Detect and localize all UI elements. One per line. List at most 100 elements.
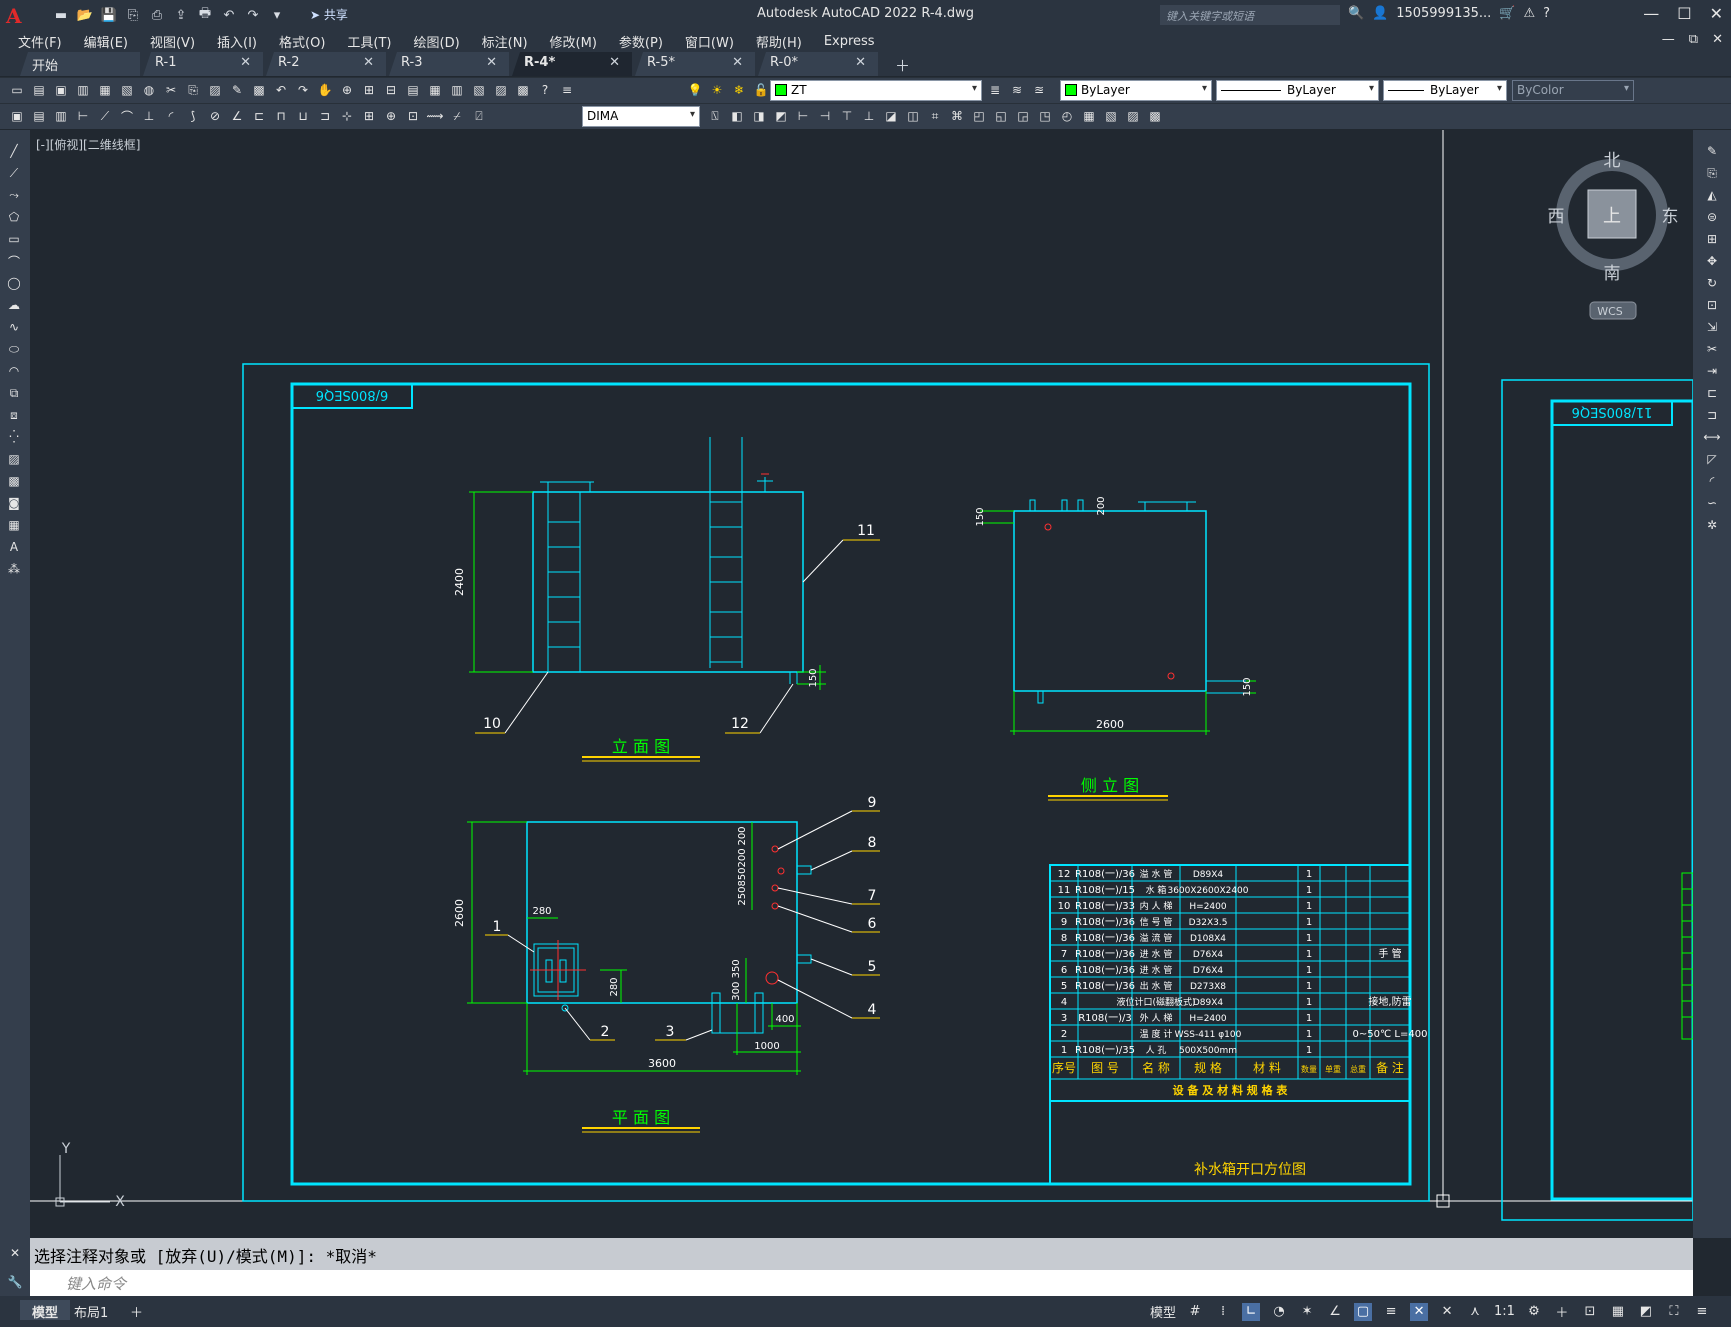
ucs-world-icon[interactable]: ⌘	[948, 107, 966, 125]
doc-close-icon[interactable]: ✕	[1712, 32, 1723, 47]
maximize-icon[interactable]: ☐	[1677, 4, 1691, 23]
scale-icon[interactable]: ⊡	[1702, 296, 1722, 314]
plot-icon[interactable]: ▥	[74, 81, 92, 99]
viewcube-top-face[interactable]: 上	[1603, 206, 1621, 227]
viewcube-north[interactable]: 北	[1604, 151, 1621, 171]
lineweight-dropdown[interactable]: ByLayer ▾	[1383, 80, 1507, 101]
zoom-previous-icon[interactable]: ⊟	[382, 81, 400, 99]
close-icon[interactable]: ✕	[1710, 4, 1723, 23]
copy-object-icon[interactable]: ⎘	[1702, 164, 1722, 182]
extend-icon[interactable]: ⇥	[1702, 362, 1722, 380]
dim-front-icon[interactable]: ⊣	[816, 107, 834, 125]
draworder-front-icon[interactable]: ◧	[728, 107, 746, 125]
help-icon[interactable]: ?	[536, 81, 554, 99]
quickcalc-icon[interactable]: ▩	[514, 81, 532, 99]
camera-icon[interactable]: ◱	[992, 107, 1010, 125]
radius-dim-icon[interactable]: ◜	[162, 107, 180, 125]
customization-icon[interactable]: ≡	[1693, 1303, 1711, 1321]
isolate-icon[interactable]: ◪	[882, 107, 900, 125]
units-icon[interactable]: ⊡	[1581, 1303, 1599, 1321]
menu-draw[interactable]: 绘图(D)	[414, 32, 460, 51]
sheet-set-icon[interactable]: ▧	[470, 81, 488, 99]
preview-icon[interactable]: ▦	[96, 81, 114, 99]
viewcube[interactable]: 上 北 南 东 西 WCS	[1548, 151, 1679, 320]
make-current-icon[interactable]: ≣	[986, 81, 1004, 99]
ortho-icon[interactable]: ∟	[1242, 1302, 1261, 1321]
menu-view[interactable]: 视图(V)	[150, 32, 195, 51]
angular-dim-icon[interactable]: ∠	[228, 107, 246, 125]
close-tab-icon[interactable]: ✕	[609, 55, 620, 70]
save-icon[interactable]: ▣	[52, 81, 70, 99]
xref-icon[interactable]: ▨	[1124, 107, 1142, 125]
menu-express[interactable]: Express	[824, 34, 875, 49]
layer-previous-icon[interactable]: ≋	[1008, 81, 1026, 99]
redo-icon[interactable]: ↷	[244, 6, 262, 24]
revcloud-icon[interactable]: ☁	[4, 296, 24, 314]
break-point-icon[interactable]: ⊏	[1702, 384, 1722, 402]
continue-dim-icon[interactable]: ⊔	[294, 107, 312, 125]
isodraft-icon[interactable]: ✶	[1298, 1303, 1316, 1321]
add-selected-icon[interactable]: ⁂	[4, 560, 24, 578]
construction-line-icon[interactable]: ⟋	[4, 164, 24, 182]
close-tab-icon[interactable]: ✕	[855, 55, 866, 70]
mtext-icon[interactable]: A	[4, 538, 24, 556]
match-prop-icon[interactable]: ✎	[228, 81, 246, 99]
search-icon[interactable]: 🔍	[1348, 6, 1364, 21]
bulb-icon[interactable]: 💡	[686, 81, 704, 99]
tab-r2[interactable]: R-2 ✕	[266, 52, 386, 76]
annotation-scale-value[interactable]: 1:1	[1494, 1304, 1515, 1319]
autodesk-app-icon[interactable]: ⚠	[1523, 6, 1535, 21]
polyline-icon[interactable]: ⤳	[4, 186, 24, 204]
save-as-icon[interactable]: ⎘	[124, 6, 142, 24]
viewcube-south[interactable]: 南	[1604, 264, 1621, 284]
tab-r1[interactable]: R-1 ✕	[143, 52, 263, 76]
pan-icon[interactable]: ✋	[316, 81, 334, 99]
new-file-icon[interactable]: ▬	[52, 6, 70, 24]
diameter-dim-icon[interactable]: ⊘	[206, 107, 224, 125]
object-snap-icon[interactable]: ▢	[1354, 1302, 1373, 1321]
open-icon[interactable]: ▤	[30, 81, 48, 99]
close-tab-icon[interactable]: ✕	[486, 55, 497, 70]
workspace-gear-icon[interactable]: ⚙	[1525, 1303, 1543, 1321]
hatch-back-icon[interactable]: ⊥	[860, 107, 878, 125]
ellipse-icon[interactable]: ⬭	[4, 340, 24, 358]
menu-dimension[interactable]: 标注(N)	[482, 32, 528, 51]
image-icon[interactable]: ▩	[1146, 107, 1164, 125]
region-icon[interactable]: ◙	[4, 494, 24, 512]
publish-icon[interactable]: ▧	[118, 81, 136, 99]
dim-update-icon[interactable]: ▤	[30, 107, 48, 125]
paste-icon[interactable]: ▨	[206, 81, 224, 99]
tab-start[interactable]: 开始	[20, 52, 140, 76]
arc-icon[interactable]: ⌒	[4, 252, 24, 270]
fillet-icon[interactable]: ◜	[1702, 472, 1722, 490]
customize-qat-icon[interactable]: ▾	[268, 6, 286, 24]
object-snap-tracking-icon[interactable]: ∠	[1326, 1303, 1344, 1321]
redo-icon[interactable]: ↷	[294, 81, 312, 99]
viewcube-east[interactable]: 东	[1662, 207, 1679, 227]
menu-tools[interactable]: 工具(T)	[347, 32, 391, 51]
draworder-back-icon[interactable]: ◨	[750, 107, 768, 125]
ordinate-dim-icon[interactable]: ⊥	[140, 107, 158, 125]
viewport-controls[interactable]: [-][俯视][二维线框]	[36, 136, 140, 153]
join-icon[interactable]: ⟷	[1702, 428, 1722, 446]
leaders-front-icon[interactable]: ⊤	[838, 107, 856, 125]
markup-icon[interactable]: ▨	[492, 81, 510, 99]
draworder-above-icon[interactable]: ◩	[772, 107, 790, 125]
cart-icon[interactable]: 🛒	[1499, 6, 1515, 21]
menu-edit[interactable]: 编辑(E)	[84, 32, 128, 51]
tab-r5[interactable]: R-5* ✕	[635, 52, 755, 76]
gradient-icon[interactable]: ▩	[4, 472, 24, 490]
trim-icon[interactable]: ✂	[1702, 340, 1722, 358]
dim-break-icon[interactable]: ⊹	[338, 107, 356, 125]
erase-icon[interactable]: ✎	[1702, 142, 1722, 160]
user-name[interactable]: 1505999135...	[1396, 6, 1491, 21]
jogged-dim-icon[interactable]: ⟆	[184, 107, 202, 125]
menu-insert[interactable]: 插入(I)	[217, 32, 257, 51]
menu-file[interactable]: 文件(F)	[18, 32, 62, 51]
array-icon[interactable]: ⊞	[1702, 230, 1722, 248]
block-editor-icon[interactable]: ▩	[250, 81, 268, 99]
point-icon[interactable]: ⁛	[4, 428, 24, 446]
rectangle-icon[interactable]: ▭	[4, 230, 24, 248]
tool-palettes-icon[interactable]: ▥	[448, 81, 466, 99]
new-tab-icon[interactable]: ＋	[895, 55, 910, 76]
